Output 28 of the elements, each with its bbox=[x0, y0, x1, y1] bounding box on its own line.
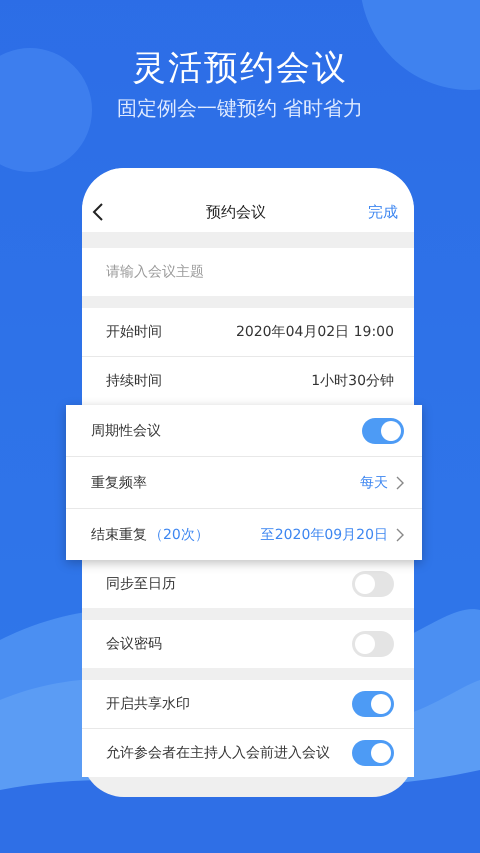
setting-label: 持续时间 bbox=[106, 372, 162, 390]
headline: 灵活预约会议 bbox=[132, 47, 348, 90]
toggle-switch[interactable] bbox=[352, 691, 394, 717]
setting-label: 允许参会者在主持人入会前进入会议 bbox=[106, 744, 330, 762]
toggle-switch[interactable] bbox=[362, 418, 404, 444]
toggle-switch[interactable] bbox=[352, 740, 394, 766]
setting-label: 同步至日历 bbox=[106, 575, 176, 593]
repeat-count: （20次） bbox=[149, 526, 209, 544]
setting-value[interactable]: 至2020年09月20日 bbox=[260, 526, 388, 544]
back-icon bbox=[92, 202, 104, 222]
setting-label: 重复频率 bbox=[91, 474, 147, 492]
setting-value[interactable]: 2020年04月02日 19:00 bbox=[236, 323, 394, 341]
subject-field[interactable]: 请输入会议主题 bbox=[82, 248, 414, 296]
back-button[interactable] bbox=[92, 202, 104, 222]
setting-value[interactable]: 每天 bbox=[360, 474, 388, 492]
chevron-right-icon bbox=[396, 476, 404, 490]
toggle-switch[interactable] bbox=[352, 631, 394, 657]
setting-value[interactable]: 1小时30分钟 bbox=[311, 372, 394, 390]
setting-label: 结束重复 bbox=[91, 526, 147, 544]
chevron-right-icon bbox=[396, 528, 404, 542]
toggle-switch[interactable] bbox=[352, 571, 394, 597]
screen-title: 预约会议 bbox=[205, 203, 267, 222]
setting-label: 开始时间 bbox=[106, 323, 162, 341]
setting-label: 开启共享水印 bbox=[106, 695, 190, 713]
done-button[interactable]: 完成 bbox=[368, 203, 398, 222]
setting-label: 周期性会议 bbox=[91, 422, 161, 440]
subheadline: 固定例会一键预约 省时省力 bbox=[116, 95, 364, 122]
setting-label: 会议密码 bbox=[106, 635, 162, 653]
